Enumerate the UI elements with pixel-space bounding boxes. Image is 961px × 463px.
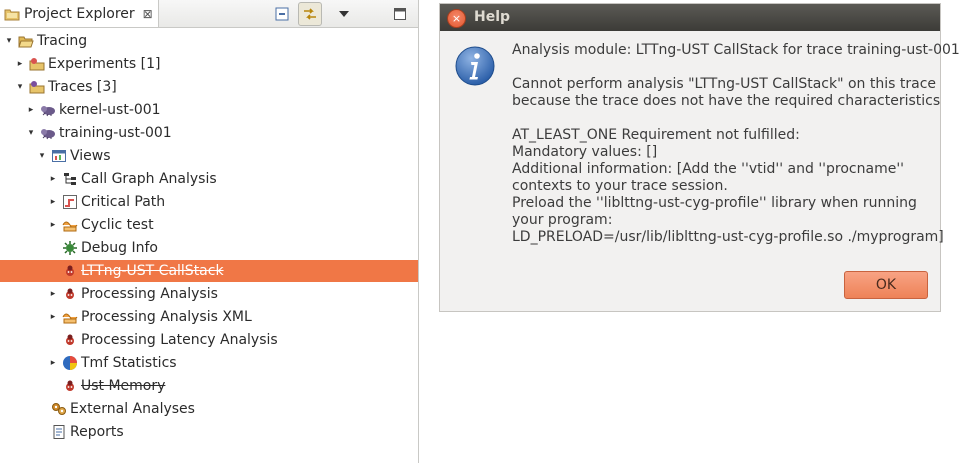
ok-button[interactable]: OK: [844, 271, 928, 299]
tree-item-label: Reports: [70, 424, 124, 440]
dialog-title: Help: [474, 9, 511, 25]
tree-item[interactable]: ▸ Cyclic test: [0, 214, 418, 236]
collapsed-arrow-icon[interactable]: ▸: [26, 105, 36, 115]
xml-analysis-icon: [62, 309, 78, 325]
tree-item-label: LTTng-UST CallStack: [81, 263, 224, 279]
tree-item[interactable]: ▾ Views: [0, 145, 418, 167]
message-line: contexts to your trace session.: [512, 178, 728, 194]
collapsed-arrow-icon[interactable]: ▸: [48, 220, 58, 230]
tree-item[interactable]: Debug Info: [0, 237, 418, 259]
tree-item[interactable]: ▸ Processing Analysis XML: [0, 306, 418, 328]
open-folder-icon: [18, 33, 34, 49]
collapsed-arrow-icon[interactable]: ▸: [48, 312, 58, 322]
view-title: Project Explorer: [24, 5, 135, 22]
info-icon: [454, 45, 496, 87]
critical-path-icon: [62, 194, 78, 210]
tree-item[interactable]: ▾ Tracing: [0, 30, 418, 52]
tree-item-label: External Analyses: [70, 401, 195, 417]
tree-item[interactable]: Reports: [0, 421, 418, 443]
tree-item[interactable]: External Analyses: [0, 398, 418, 420]
message-line: Mandatory values: []: [512, 144, 658, 160]
expanded-arrow-icon[interactable]: ▾: [37, 151, 47, 161]
close-view-icon[interactable]: ⊠: [143, 7, 153, 21]
trace-icon: [40, 125, 56, 141]
tree-item[interactable]: ▸ Call Graph Analysis: [0, 168, 418, 190]
view-menu-icon[interactable]: [334, 4, 354, 24]
collapsed-arrow-icon[interactable]: ▸: [48, 289, 58, 299]
tree-item[interactable]: LTTng-UST CallStack: [0, 260, 418, 282]
views-icon: [51, 148, 67, 164]
tree-item-label: Processing Latency Analysis: [81, 332, 278, 348]
collapsed-arrow-icon[interactable]: ▸: [48, 358, 58, 368]
message-line: [512, 110, 936, 127]
collapsed-arrow-icon[interactable]: ▸: [48, 197, 58, 207]
xml-analysis-icon: [62, 217, 78, 233]
experiments-folder-icon: [29, 56, 45, 72]
tree-item-label: Tracing: [37, 33, 88, 49]
analysis-icon: [62, 378, 78, 394]
external-analyses-icon: [51, 401, 67, 417]
collapse-all-icon[interactable]: [272, 4, 292, 24]
tree-item-label: Cyclic test: [81, 217, 154, 233]
debug-info-icon: [62, 240, 78, 256]
view-border: [418, 0, 419, 463]
view-header: Project Explorer ⊠: [0, 0, 418, 28]
dialog-titlebar[interactable]: × Help: [440, 4, 940, 31]
tree-item[interactable]: ▸ Critical Path: [0, 191, 418, 213]
project-explorer-icon: [4, 6, 20, 22]
link-with-editor-icon[interactable]: [298, 2, 322, 26]
collapsed-arrow-icon[interactable]: ▸: [48, 174, 58, 184]
message-line: your program:: [512, 212, 613, 228]
tree-item[interactable]: ▸ Experiments [1]: [0, 53, 418, 75]
collapsed-arrow-icon[interactable]: ▸: [15, 59, 25, 69]
analysis-icon: [62, 332, 78, 348]
message-line: LD_PRELOAD=/usr/lib/liblttng-ust-cyg-pro…: [512, 229, 944, 245]
tree-item-label: Processing Analysis XML: [81, 309, 252, 325]
message-line: Additional information: [Add the ''vtid'…: [512, 161, 905, 177]
maximize-icon[interactable]: [390, 4, 410, 24]
message-line: AT_LEAST_ONE Requirement not fulfilled:: [512, 127, 800, 143]
tree-item-label: Critical Path: [81, 194, 166, 210]
tree-item-label: Processing Analysis: [81, 286, 218, 302]
close-icon: ×: [451, 12, 462, 25]
tree-item-label: Call Graph Analysis: [81, 171, 217, 187]
analysis-icon: [62, 263, 78, 279]
tree-item[interactable]: ▸ Processing Analysis: [0, 283, 418, 305]
expanded-arrow-icon[interactable]: ▾: [26, 128, 36, 138]
message-line: Preload the ''liblttng-ust-cyg-profile''…: [512, 195, 917, 211]
traces-folder-icon: [29, 79, 45, 95]
expanded-arrow-icon[interactable]: ▾: [15, 82, 25, 92]
dialog-close-button[interactable]: ×: [447, 9, 466, 28]
tree-item[interactable]: Ust Memory: [0, 375, 418, 397]
project-explorer-view: Project Explorer ⊠ ▾Tracing▸Experimen: [0, 0, 420, 463]
message-line: Cannot perform analysis "LTTng-UST CallS…: [512, 76, 937, 92]
call-graph-icon: [62, 171, 78, 187]
message-line: Analysis module: LTTng-UST CallStack for…: [512, 42, 960, 58]
tree-item-label: Traces [3]: [48, 79, 117, 95]
message-line: because the trace does not have the requ…: [512, 93, 941, 109]
tree-item-label: Views: [70, 148, 111, 164]
tree-item-label: training-ust-001: [59, 125, 172, 141]
tree-item[interactable]: ▸ kernel-ust-001: [0, 99, 418, 121]
project-explorer-tab[interactable]: Project Explorer ⊠: [0, 0, 159, 27]
tree-item-label: Ust Memory: [81, 378, 166, 394]
statistics-pie-icon: [62, 355, 78, 371]
tree-item[interactable]: Processing Latency Analysis: [0, 329, 418, 351]
expanded-arrow-icon[interactable]: ▾: [4, 36, 14, 46]
tree-item[interactable]: ▸ Tmf Statistics: [0, 352, 418, 374]
tree-item[interactable]: ▾ Traces [3]: [0, 76, 418, 98]
analysis-icon: [62, 286, 78, 302]
message-line: [512, 59, 936, 76]
tree-item-label: Debug Info: [81, 240, 158, 256]
tree-item-label: kernel-ust-001: [59, 102, 161, 118]
tree-item-label: Tmf Statistics: [81, 355, 177, 371]
reports-icon: [51, 424, 67, 440]
help-dialog: × Help Analysis module: LTTng-UST CallSt…: [439, 3, 960, 312]
tree-item-label: Experiments [1]: [48, 56, 161, 72]
trace-icon: [40, 102, 56, 118]
tree-item[interactable]: ▾ training-ust-001: [0, 122, 418, 144]
dialog-message: Analysis module: LTTng-UST CallStack for…: [512, 42, 960, 246]
